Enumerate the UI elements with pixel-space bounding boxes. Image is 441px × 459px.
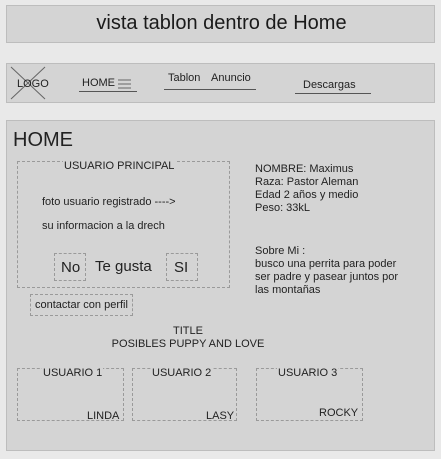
nav-home-underline: [79, 91, 137, 92]
logo-text: LOGO: [17, 78, 49, 90]
user-card-3[interactable]: USUARIO 3 ROCKY: [256, 367, 363, 421]
about-line-3: las montañas: [255, 284, 321, 296]
user-card-2[interactable]: USUARIO 2 LASY: [132, 367, 237, 422]
user-card-label: USUARIO 3: [277, 367, 339, 379]
main-user-card: USUARIO PRINCIPAL foto usuario registrad…: [17, 160, 230, 288]
profile-age: Edad 2 años y medio: [255, 189, 359, 201]
nav-descargas[interactable]: Descargas: [303, 79, 356, 91]
si-button-label: SI: [174, 259, 189, 276]
section-heading: HOME: [13, 129, 73, 151]
nav-home[interactable]: HOME: [82, 77, 115, 89]
main-user-info-text: su informacion a la drech: [42, 220, 165, 232]
nav-anuncio[interactable]: Anuncio: [211, 72, 251, 84]
profile-weight: Peso: 33kL: [255, 202, 311, 214]
nav-tablon-underline: [164, 89, 256, 90]
contact-profile-button[interactable]: contactar con perfil: [30, 294, 133, 316]
user-card-name: LASY: [206, 410, 235, 422]
user-card-1[interactable]: USUARIO 1 LINDA: [17, 367, 124, 422]
title-banner: vista tablon dentro de Home: [6, 5, 435, 43]
main-user-photo-text: foto usuario registrado ---->: [42, 196, 176, 208]
logo[interactable]: LOGO: [9, 65, 49, 101]
no-button-label: No: [61, 259, 81, 276]
user-card-label: USUARIO 1: [42, 367, 104, 379]
nav-bar: LOGO HOME Tablon Anuncio Descargas: [6, 63, 435, 103]
user-card-label: USUARIO 2: [151, 367, 213, 379]
nav-descargas-underline: [295, 93, 371, 94]
section-subtitle: POSIBLES PUPPY AND LOVE: [111, 338, 265, 350]
about-line-2: ser padre y pasear juntos por: [255, 271, 399, 283]
section-title: TITLE: [173, 325, 203, 337]
no-button[interactable]: No: [54, 253, 86, 281]
nav-tablon[interactable]: Tablon: [168, 72, 200, 84]
user-card-name: LINDA: [87, 410, 120, 422]
te-gusta-label: Te gusta: [95, 258, 152, 275]
main-panel: HOME USUARIO PRINCIPAL foto usuario regi…: [6, 120, 435, 451]
user-card-name: ROCKY: [319, 407, 359, 419]
main-user-label: USUARIO PRINCIPAL: [63, 160, 176, 172]
about-title: Sobre Mi :: [255, 245, 306, 257]
page-title: vista tablon dentro de Home: [96, 12, 347, 34]
si-button[interactable]: SI: [166, 253, 198, 281]
contact-profile-label: contactar con perfil: [35, 299, 128, 311]
profile-breed: Raza: Pastor Aleman: [255, 176, 359, 188]
profile-name: NOMBRE: Maximus: [255, 163, 354, 175]
hamburger-menu-icon[interactable]: [118, 79, 132, 89]
about-line-1: busco una perrita para poder: [255, 258, 397, 270]
